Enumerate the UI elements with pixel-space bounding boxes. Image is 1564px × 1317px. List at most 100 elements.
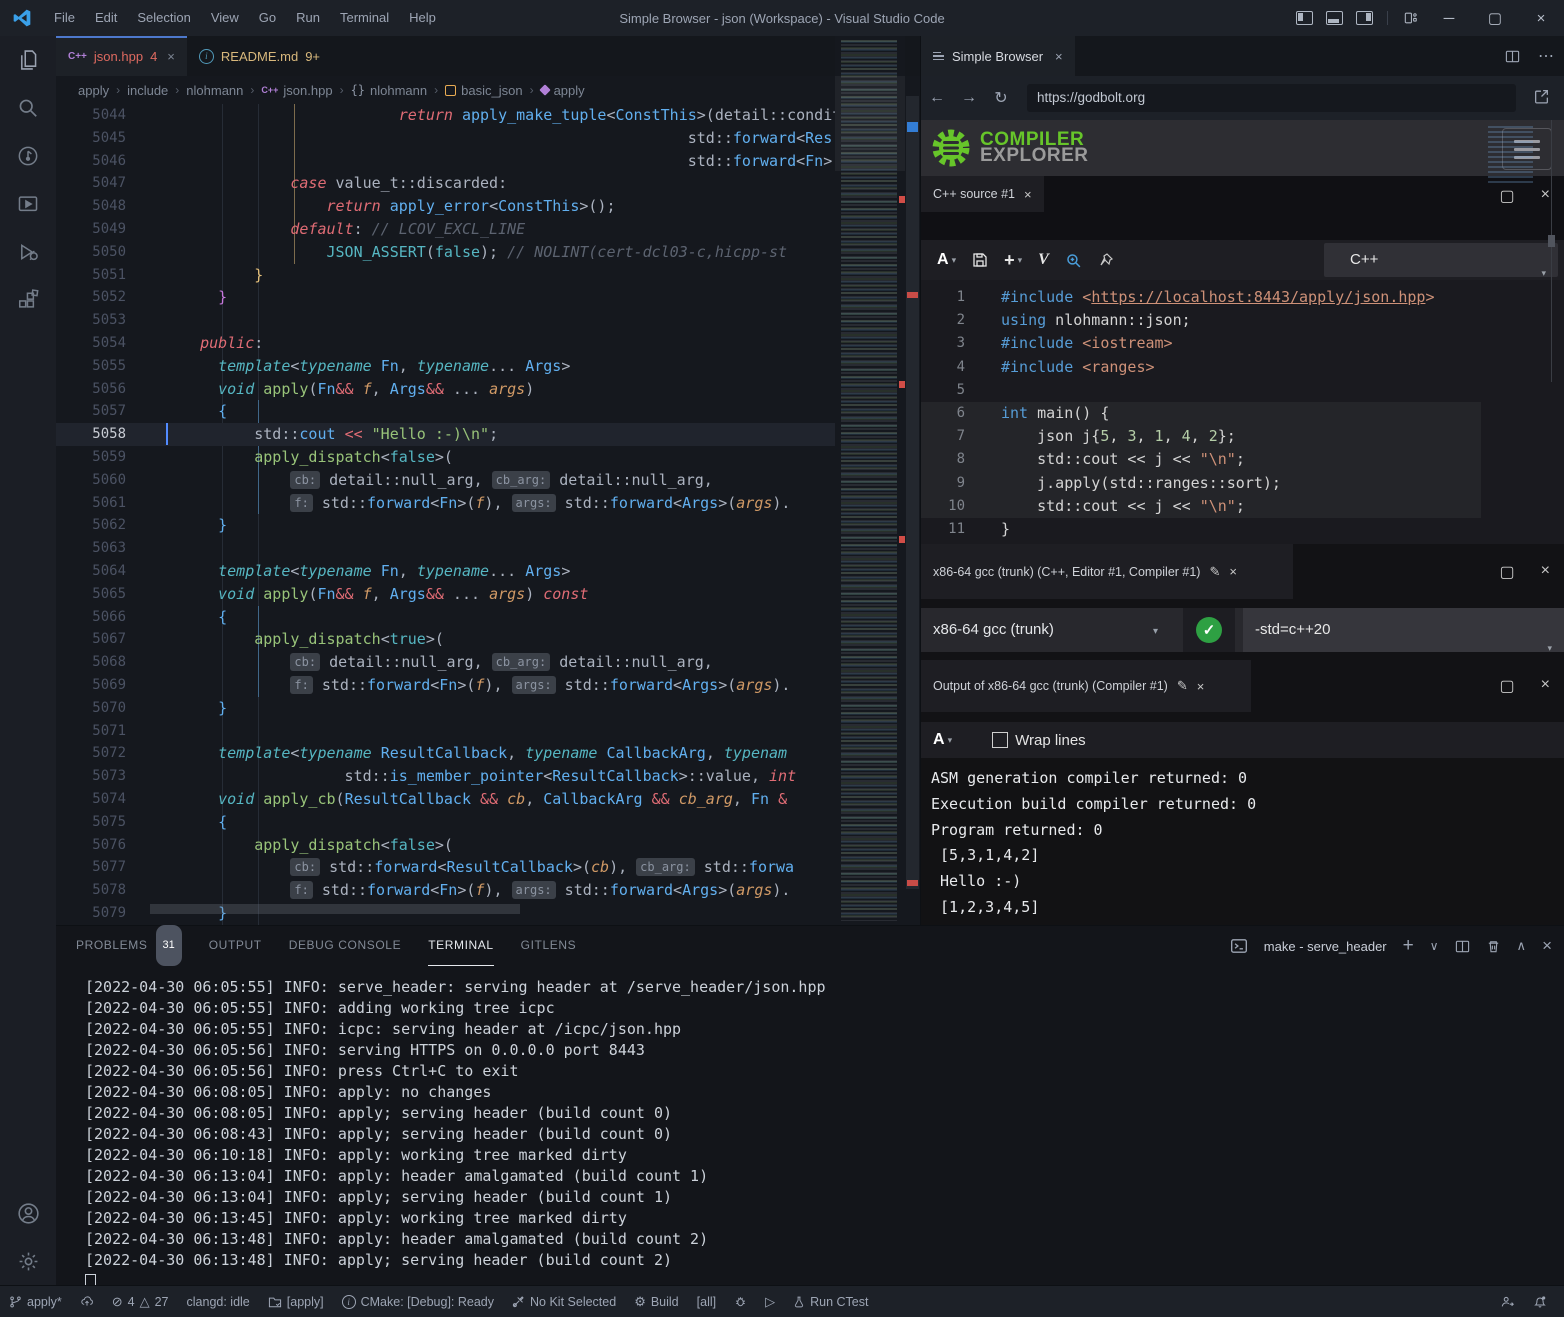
tab-json-hpp[interactable]: C++ json.hpp 4 × (56, 36, 187, 76)
cmake-status-item[interactable]: i CMake: [Debug]: Ready (333, 1286, 503, 1317)
menu-go[interactable]: Go (249, 0, 286, 36)
font-size-icon[interactable]: A▾ (937, 251, 956, 269)
ce-code-line-10[interactable]: 10 std::cout << j << "\n"; (921, 495, 1564, 518)
clangd-status-item[interactable]: clangd: idle (178, 1286, 259, 1317)
launch-target-icon[interactable]: ▷ (756, 1286, 784, 1317)
terminal-output[interactable]: [2022-04-30 06:05:55] INFO: serve_header… (85, 977, 1554, 1285)
ce-code-line-5[interactable]: 5 (921, 379, 1564, 402)
url-input[interactable]: https://godbolt.org (1027, 84, 1516, 112)
minimap[interactable] (835, 36, 905, 925)
panel-tab-gitlens[interactable]: GITLENS (521, 926, 577, 966)
split-terminal-icon[interactable] (1455, 939, 1470, 954)
code-line-5055[interactable]: 5055 template<typename Fn, typename... A… (56, 355, 835, 378)
ce-source-editor[interactable]: 1#include <https://localhost:8443/apply/… (921, 280, 1564, 548)
close-icon[interactable]: × (1024, 187, 1032, 202)
breadcrumb-item[interactable]: nlohmann (186, 83, 243, 98)
code-line-5064[interactable]: 5064 template<typename Fn, typename... A… (56, 560, 835, 583)
breadcrumb-item[interactable]: apply (541, 83, 585, 98)
vim-mode-icon[interactable]: V (1038, 251, 1049, 269)
scrollbar-thumb[interactable] (906, 96, 919, 889)
run-debug-icon[interactable] (0, 228, 56, 276)
minimize-button[interactable]: ─ (1426, 0, 1472, 36)
close-icon[interactable]: × (1229, 564, 1237, 579)
toggle-secondary-sidebar-icon[interactable] (1349, 11, 1379, 25)
build-target-item[interactable]: [all] (688, 1286, 725, 1317)
compiler-options-input[interactable]: -std=c++20 ▾ (1243, 608, 1564, 652)
ce-code-line-2[interactable]: 2using nlohmann::json; (921, 309, 1564, 332)
code-line-5077[interactable]: 5077 cb: std::forward<ResultCallback>(cb… (56, 856, 835, 879)
ce-source-tab[interactable]: C++ source #1 × (921, 176, 1044, 212)
edit-icon[interactable]: ✎ (1209, 564, 1220, 580)
account-icon[interactable] (0, 1189, 56, 1237)
minimap-slider[interactable] (835, 76, 905, 171)
zoom-icon[interactable] (1065, 252, 1082, 269)
compiler-select[interactable]: x86-64 gcc (trunk) (933, 608, 1054, 652)
preview-icon[interactable] (0, 180, 56, 228)
panel-tab-output[interactable]: OUTPUT (209, 926, 262, 966)
code-line-5061[interactable]: 5061 f: std::forward<Fn>(f), args: std::… (56, 492, 835, 515)
breadcrumb-item[interactable]: C++json.hpp (261, 83, 332, 98)
code-line-5065[interactable]: 5065 void apply(Fn&& f, Args&& ... args)… (56, 583, 835, 606)
kit-item[interactable]: No Kit Selected (503, 1286, 625, 1317)
breadcrumb-item[interactable]: {}nlohmann (351, 83, 428, 98)
ce-source-scrollbar[interactable] (1551, 120, 1552, 382)
close-pane-icon[interactable]: × (1541, 186, 1550, 206)
edit-icon[interactable]: ✎ (1177, 678, 1188, 694)
code-line-5076[interactable]: 5076 apply_dispatch<false>( (56, 834, 835, 857)
close-tab-icon[interactable]: × (1055, 49, 1063, 64)
settings-gear-icon[interactable] (0, 1237, 56, 1285)
save-icon[interactable] (972, 252, 988, 268)
code-line-5066[interactable]: 5066 { (56, 606, 835, 629)
cmake-folder-item[interactable]: [apply] (259, 1286, 333, 1317)
code-line-5072[interactable]: 5072 template<typename ResultCallback, t… (56, 742, 835, 765)
code-line-5075[interactable]: 5075 { (56, 811, 835, 834)
tab-readme-md[interactable]: i README.md 9+ (187, 36, 332, 76)
maximize-button[interactable]: ▢ (1472, 0, 1518, 36)
code-line-5049[interactable]: 5049 default: // LCOV_EXCL_LINE (56, 218, 835, 241)
code-line-5053[interactable]: 5053 (56, 309, 835, 332)
new-terminal-icon[interactable]: + (1403, 935, 1414, 957)
maximize-panel-icon[interactable]: ∧ (1517, 938, 1527, 954)
kill-terminal-icon[interactable] (1486, 939, 1501, 954)
ce-code-line-11[interactable]: 11} (921, 518, 1564, 541)
code-line-5073[interactable]: 5073 std::is_member_pointer<ResultCallba… (56, 765, 835, 788)
code-line-5062[interactable]: 5062 } (56, 514, 835, 537)
horizontal-scrollbar[interactable] (150, 904, 520, 914)
maximize-pane-icon[interactable]: ▢ (1500, 186, 1515, 206)
font-size-icon[interactable]: A▾ (933, 731, 952, 749)
code-line-5057[interactable]: 5057 { (56, 400, 835, 423)
back-icon[interactable]: ← (921, 89, 953, 107)
ce-code-line-3[interactable]: 3#include <iostream> (921, 332, 1564, 355)
ce-code-line-7[interactable]: 7 json j{5, 3, 1, 4, 2}; (921, 425, 1564, 448)
menu-file[interactable]: File (44, 0, 85, 36)
close-icon[interactable]: × (1197, 679, 1205, 694)
code-line-5046[interactable]: 5046 std::forward<Fn> (56, 150, 835, 173)
ce-output-tab[interactable]: Output of x86-64 gcc (trunk) (Compiler #… (921, 660, 1251, 712)
terminal-dropdown-icon[interactable]: ∨ (1430, 939, 1439, 953)
ctest-item[interactable]: Run CTest (784, 1286, 877, 1317)
debug-target-icon[interactable] (725, 1286, 756, 1317)
customize-layout-icon[interactable] (1396, 11, 1426, 25)
menu-selection[interactable]: Selection (127, 0, 200, 36)
panel-tab-debug-console[interactable]: DEBUG CONSOLE (289, 926, 402, 966)
code-line-5050[interactable]: 5050 JSON_ASSERT(false); // NOLINT(cert-… (56, 241, 835, 264)
close-button[interactable]: × (1518, 0, 1564, 36)
code-line-5070[interactable]: 5070 } (56, 697, 835, 720)
code-line-5052[interactable]: 5052 } (56, 286, 835, 309)
menu-run[interactable]: Run (286, 0, 330, 36)
menu-edit[interactable]: Edit (85, 0, 127, 36)
ce-source-scroll-thumb[interactable] (1548, 235, 1555, 247)
code-line-5059[interactable]: 5059 apply_dispatch<false>( (56, 446, 835, 469)
explorer-icon[interactable] (0, 36, 56, 84)
breadcrumb[interactable]: apply›include›nlohmann›C++json.hpp›{}nlo… (56, 76, 920, 104)
tab-simple-browser[interactable]: Simple Browser × (921, 36, 1075, 76)
vertical-scrollbar[interactable] (905, 36, 920, 925)
code-line-5044[interactable]: 5044 return apply_make_tuple<ConstThis>(… (56, 104, 835, 127)
maximize-pane-icon[interactable]: ▢ (1500, 562, 1515, 582)
code-line-5071[interactable]: 5071 (56, 720, 835, 743)
ce-code-line-9[interactable]: 9 j.apply(std::ranges::sort); (921, 472, 1564, 495)
code-line-5048[interactable]: 5048 return apply_error<ConstThis>(); (56, 195, 835, 218)
code-line-5074[interactable]: 5074 void apply_cb(ResultCallback && cb,… (56, 788, 835, 811)
search-icon[interactable] (0, 84, 56, 132)
code-line-5051[interactable]: 5051 } (56, 264, 835, 287)
